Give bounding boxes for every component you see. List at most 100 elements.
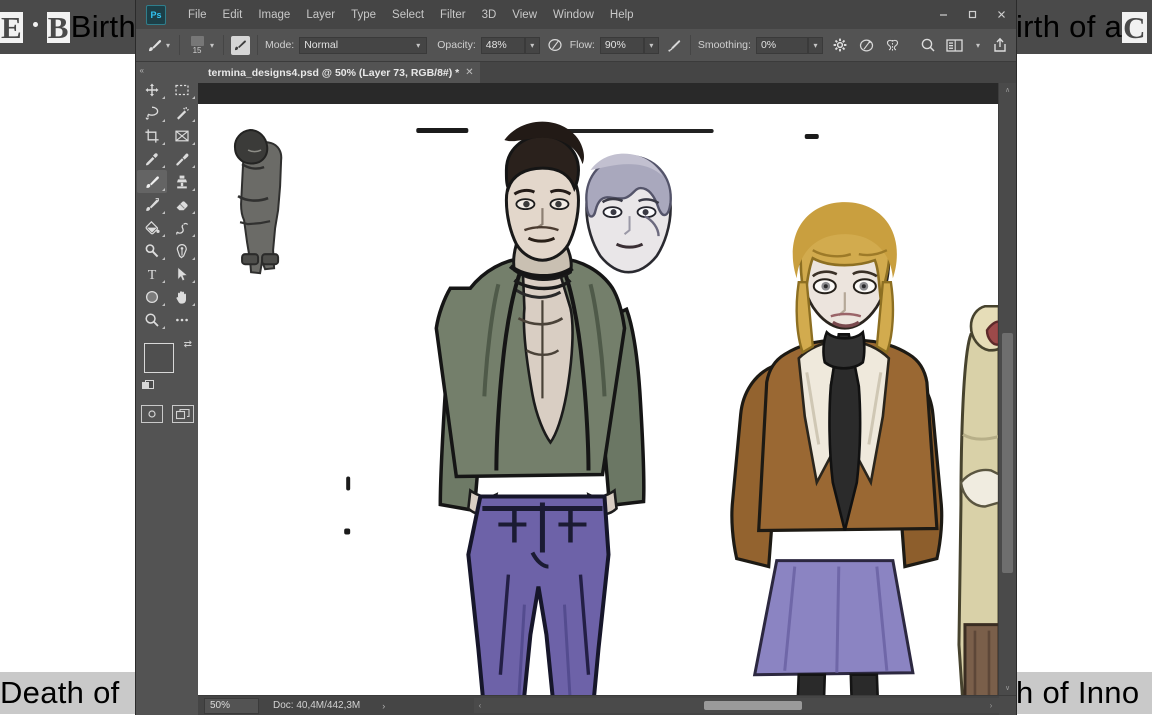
tools-grid: T	[137, 78, 197, 331]
flow-chevron-down-icon[interactable]: ▾	[643, 36, 659, 54]
options-separator-1	[179, 35, 181, 55]
color-swatches[interactable]: ⇄	[142, 339, 192, 391]
path-selection-tool[interactable]	[167, 262, 197, 285]
pen-tool[interactable]	[167, 239, 197, 262]
vertical-scrollbar[interactable]: ∧ ∨	[998, 83, 1016, 695]
close-icon[interactable]: ✕	[465, 67, 473, 78]
rectangular-marquee-tool[interactable]	[167, 78, 197, 101]
ellipse-tool[interactable]	[137, 285, 167, 308]
brush-size-preview[interactable]: 15	[187, 34, 207, 56]
menu-item-select[interactable]: Select	[384, 4, 432, 26]
hscroll-left-arrow-icon[interactable]: ‹	[474, 701, 486, 710]
menu-item-type[interactable]: Type	[343, 4, 384, 26]
blur-tool[interactable]	[167, 216, 197, 239]
screen-mode-icon[interactable]	[171, 405, 194, 423]
edit-toolbar-tool[interactable]	[167, 308, 197, 331]
clone-stamp-tool[interactable]	[167, 170, 197, 193]
eraser-tool[interactable]	[167, 193, 197, 216]
background-dropcap-top-right: C	[1122, 9, 1147, 45]
flow-input[interactable]: 90%	[599, 36, 644, 54]
dodge-tool[interactable]	[137, 239, 167, 262]
spot-healing-brush-tool[interactable]	[167, 147, 197, 170]
symmetry-butterfly-icon[interactable]	[884, 37, 901, 54]
document-tab[interactable]: termina_designs4.psd @ 50% (Layer 73, RG…	[198, 60, 480, 83]
window-controls	[929, 0, 1016, 29]
document-tab-strip: termina_designs4.psd @ 50% (Layer 73, RG…	[198, 60, 1016, 83]
swap-colors-icon[interactable]: ⇄	[184, 339, 192, 350]
maximize-button[interactable]	[958, 0, 987, 29]
quick-mask-icon[interactable]	[140, 405, 163, 423]
scroll-down-arrow-icon[interactable]: ∨	[999, 681, 1016, 695]
menu-item-3d[interactable]: 3D	[474, 4, 505, 26]
photoshop-window: Ps File Edit Image Layer Type Select Fil…	[133, 0, 1016, 715]
lasso-tool[interactable]	[137, 101, 167, 124]
workspace-icon[interactable]	[946, 38, 963, 53]
default-colors-icon[interactable]	[142, 380, 154, 391]
zoom-level-input[interactable]: 50%	[204, 697, 259, 714]
zoom-tool[interactable]	[137, 308, 167, 331]
horizontal-scrollbar[interactable]: ‹ ›	[474, 698, 999, 713]
background-text-bottom-right: h of Inno	[1016, 675, 1140, 710]
opacity-label: Opacity:	[437, 39, 476, 51]
share-icon[interactable]	[992, 37, 1008, 53]
magic-wand-tool[interactable]	[167, 101, 197, 124]
opacity-chevron-down-icon[interactable]: ▾	[524, 36, 540, 54]
gradient-tool[interactable]	[137, 216, 167, 239]
sketch-guide-stroke-small	[804, 134, 819, 140]
document-tab-title: termina_designs4.psd @ 50% (Layer 73, RG…	[208, 66, 460, 79]
brush-tool[interactable]	[137, 170, 167, 193]
menu-item-view[interactable]: View	[504, 4, 545, 26]
history-brush-tool[interactable]	[137, 193, 167, 216]
menu-item-image[interactable]: Image	[250, 4, 298, 26]
menu-item-edit[interactable]: Edit	[215, 4, 251, 26]
double-chevron-left-icon[interactable]: «	[133, 64, 202, 76]
photoshop-logo-icon: Ps	[146, 4, 166, 25]
brush-panel-toggle-icon[interactable]	[231, 35, 251, 55]
smoothing-value: 0%	[760, 39, 777, 51]
opacity-input[interactable]: 48%	[480, 36, 525, 54]
minimize-button[interactable]	[929, 0, 958, 29]
status-expand-arrow-icon[interactable]: ›	[382, 701, 385, 711]
canvas-wrapper: ∧ ∨	[198, 83, 1016, 695]
close-button[interactable]	[987, 0, 1016, 29]
eyedropper-tool[interactable]	[137, 147, 167, 170]
menu-item-help[interactable]: Help	[602, 4, 642, 26]
frame-tool[interactable]	[167, 124, 197, 147]
flow-value: 90%	[604, 39, 626, 51]
menu-item-filter[interactable]: Filter	[432, 4, 474, 26]
background-banner-top-left: E B Birth	[0, 0, 136, 54]
menu-item-file[interactable]: File	[180, 4, 215, 26]
crop-tool[interactable]	[137, 124, 167, 147]
brush-settings-chevron-down-icon[interactable]: ▾	[210, 41, 214, 50]
move-tool[interactable]	[137, 78, 167, 101]
smoothing-label: Smoothing:	[697, 39, 751, 51]
type-tool[interactable]: T	[137, 262, 167, 285]
background-banner-bottom-right: h of Inno	[1016, 672, 1152, 714]
smoothing-chevron-down-icon[interactable]: ▾	[807, 36, 823, 54]
brush-tool-icon[interactable]	[146, 37, 163, 54]
horizontal-scrollbar-thumb[interactable]	[704, 701, 802, 710]
tablet-pressure-size-icon[interactable]	[858, 37, 875, 54]
workspace-chevron-down-icon[interactable]: ▾	[976, 41, 980, 50]
options-bar-right-group: ▾	[920, 37, 1008, 53]
blend-mode-select[interactable]: Normal ▾	[299, 36, 428, 54]
background-banner-bottom-left: Death of	[0, 672, 136, 714]
background-bullet-dot	[32, 21, 38, 27]
canvas-top-matte	[198, 83, 999, 104]
scroll-up-arrow-icon[interactable]: ∧	[999, 83, 1016, 97]
brush-preset-chevron-down-icon[interactable]: ▾	[166, 41, 170, 50]
airbrush-icon[interactable]	[666, 37, 683, 54]
mode-buttons	[140, 405, 194, 423]
hand-tool[interactable]	[167, 285, 197, 308]
search-icon[interactable]	[920, 37, 936, 53]
menu-item-window[interactable]: Window	[545, 4, 602, 26]
hscroll-right-arrow-icon[interactable]: ›	[985, 701, 997, 710]
image-canvas[interactable]	[198, 104, 999, 695]
foreground-color-swatch[interactable]	[144, 343, 174, 373]
smoothing-input[interactable]: 0%	[755, 36, 808, 54]
vertical-scrollbar-thumb[interactable]	[1002, 333, 1013, 573]
pressure-opacity-icon[interactable]	[547, 37, 563, 53]
brush-size-label: 15	[192, 45, 202, 55]
gear-icon[interactable]	[832, 37, 848, 53]
menu-item-layer[interactable]: Layer	[298, 4, 343, 26]
